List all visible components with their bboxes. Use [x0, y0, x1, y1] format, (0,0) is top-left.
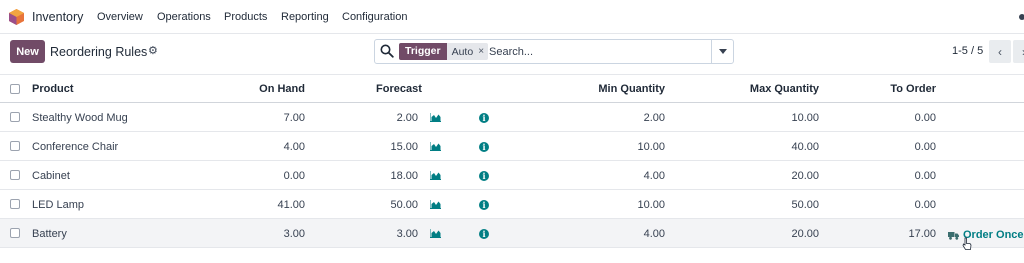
- cell-max-quantity[interactable]: 20.00: [719, 170, 819, 182]
- cell-on-hand: 0.00: [283, 170, 305, 182]
- info-icon[interactable]: i: [479, 142, 489, 152]
- order-once-button[interactable]: Order Once: [948, 229, 1024, 241]
- top-navbar: Inventory Overview Operations Products R…: [0, 0, 1024, 34]
- page-title: Reordering Rules: [50, 45, 148, 59]
- search-facet: Trigger Auto ×: [399, 43, 489, 60]
- cell-product[interactable]: Battery: [32, 228, 67, 240]
- cell-on-hand: 4.00: [283, 141, 305, 153]
- info-icon[interactable]: i: [479, 171, 489, 181]
- cell-max-quantity[interactable]: 10.00: [719, 112, 819, 124]
- row-checkbox[interactable]: [10, 228, 20, 238]
- cell-forecast: 50.00: [390, 199, 418, 211]
- pager-next-button[interactable]: ›: [1013, 40, 1024, 63]
- cell-min-quantity[interactable]: 10.00: [565, 141, 665, 153]
- menu-operations[interactable]: Operations: [157, 11, 211, 23]
- column-header-min-quantity[interactable]: Min Quantity: [565, 83, 665, 95]
- cell-forecast: 2.00: [396, 112, 418, 124]
- facet-value: Auto: [451, 45, 474, 58]
- cell-on-hand: 41.00: [277, 199, 305, 211]
- row-checkbox[interactable]: [10, 141, 20, 151]
- order-once-label: Order Once: [963, 229, 1024, 241]
- cell-min-quantity[interactable]: 10.00: [565, 199, 665, 211]
- search-icon: [380, 44, 394, 58]
- column-header-to-order[interactable]: To Order: [856, 83, 936, 95]
- dropdown-caret-icon: [718, 49, 727, 54]
- new-button[interactable]: New: [10, 40, 45, 63]
- facet-value-wrap: Auto ×: [446, 43, 489, 60]
- menu-overview[interactable]: Overview: [97, 11, 143, 23]
- column-header-max-quantity[interactable]: Max Quantity: [719, 83, 819, 95]
- forecast-graph-icon[interactable]: [429, 229, 441, 238]
- menu-products[interactable]: Products: [224, 11, 267, 23]
- cell-product[interactable]: Cabinet: [32, 170, 70, 182]
- column-header-product[interactable]: Product: [32, 83, 74, 95]
- select-all-checkbox[interactable]: [10, 84, 20, 94]
- cell-forecast: 3.00: [396, 228, 418, 240]
- cell-max-quantity[interactable]: 50.00: [719, 199, 819, 211]
- row-checkbox[interactable]: [10, 170, 20, 180]
- cell-to-order[interactable]: 0.00: [856, 170, 936, 182]
- search-options-toggle[interactable]: [711, 40, 733, 63]
- forecast-graph-icon[interactable]: [429, 200, 441, 209]
- row-checkbox[interactable]: [10, 199, 20, 209]
- cell-max-quantity[interactable]: 40.00: [719, 141, 819, 153]
- row-checkbox[interactable]: [10, 112, 20, 122]
- info-icon[interactable]: i: [479, 113, 489, 123]
- cell-to-order[interactable]: 0.00: [856, 141, 936, 153]
- menu-configuration[interactable]: Configuration: [342, 11, 407, 23]
- search-input[interactable]: [489, 43, 704, 60]
- gear-icon[interactable]: ⚙: [148, 44, 158, 57]
- cell-forecast: 15.00: [390, 141, 418, 153]
- cell-to-order[interactable]: 0.00: [856, 199, 936, 211]
- cell-min-quantity[interactable]: 4.00: [565, 170, 665, 182]
- cell-product[interactable]: LED Lamp: [32, 199, 84, 211]
- cell-on-hand: 3.00: [283, 228, 305, 240]
- pager-value[interactable]: 1-5 / 5: [952, 45, 983, 57]
- app-logo-icon[interactable]: [9, 9, 24, 25]
- column-header-on-hand[interactable]: On Hand: [225, 83, 305, 95]
- pointer-cursor-icon: [962, 237, 972, 250]
- cell-product[interactable]: Conference Chair: [32, 141, 118, 153]
- column-header-forecast[interactable]: Forecast: [376, 83, 422, 95]
- cell-forecast: 18.00: [390, 170, 418, 182]
- cell-product[interactable]: Stealthy Wood Mug: [32, 112, 128, 124]
- cell-min-quantity[interactable]: 4.00: [565, 228, 665, 240]
- remove-facet-icon[interactable]: ×: [478, 46, 484, 57]
- cell-to-order[interactable]: 17.00: [856, 228, 936, 240]
- chevron-left-icon: ‹: [998, 44, 1002, 59]
- truck-icon: [948, 231, 959, 240]
- cell-to-order[interactable]: 0.00: [856, 112, 936, 124]
- forecast-graph-icon[interactable]: [429, 113, 441, 122]
- info-icon[interactable]: i: [479, 229, 489, 239]
- cell-on-hand: 7.00: [283, 112, 305, 124]
- pager-previous-button[interactable]: ‹: [989, 40, 1011, 63]
- app-title[interactable]: Inventory: [32, 10, 83, 24]
- forecast-graph-icon[interactable]: [429, 171, 441, 180]
- info-icon[interactable]: i: [479, 200, 489, 210]
- forecast-graph-icon[interactable]: [429, 142, 441, 151]
- menu-reporting[interactable]: Reporting: [281, 11, 329, 23]
- cell-min-quantity[interactable]: 2.00: [565, 112, 665, 124]
- facet-label: Trigger: [399, 43, 447, 60]
- cell-max-quantity[interactable]: 20.00: [719, 228, 819, 240]
- user-menu-dot[interactable]: [1019, 14, 1024, 20]
